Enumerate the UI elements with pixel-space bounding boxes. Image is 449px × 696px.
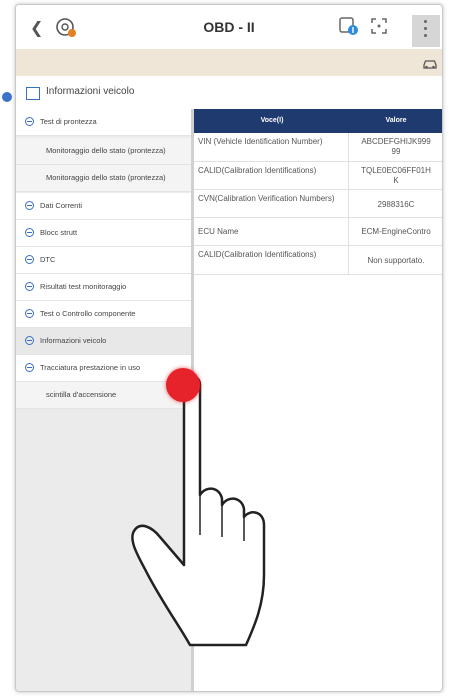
table-row: VIN (Vehicle Identification Number) ABCD… — [194, 133, 442, 162]
car-icon[interactable] — [422, 55, 438, 71]
collapse-panel-icon[interactable] — [26, 87, 40, 100]
table-row: CALID(Calibration Identifications) Non s… — [194, 246, 442, 275]
section-header: Informazioni veicolo — [16, 83, 442, 105]
app-window: ❮ OBD - II Informazioni veicolo Test di … — [15, 4, 443, 692]
vehicle-banner — [16, 49, 442, 76]
sidebar-item-blocc-strutt[interactable]: Blocc strutt — [16, 220, 191, 247]
more-vertical-icon — [424, 20, 427, 41]
sidebar-item-dtc[interactable]: DTC — [16, 247, 191, 274]
pointing-hand-icon — [131, 374, 266, 647]
row-item: CALID(Calibration Identifications) — [198, 166, 317, 175]
section-title: Informazioni veicolo — [46, 86, 135, 97]
sidebar-item-risultati-test[interactable]: Risultati test monitoraggio — [16, 274, 191, 301]
minus-circle-icon — [25, 117, 34, 126]
touch-indicator — [166, 368, 200, 402]
table-row: CVN(Calibration Verification Numbers) 29… — [194, 190, 442, 218]
minus-circle-icon — [25, 201, 34, 210]
table-row: CALID(Calibration Identifications) TQLE0… — [194, 162, 442, 190]
row-item: CALID(Calibration Identifications) — [198, 250, 317, 259]
row-item: CVN(Calibration Verification Numbers) — [198, 194, 335, 203]
row-value: ABCDEFGHIJK999 99 — [361, 137, 431, 156]
more-menu-button[interactable] — [412, 15, 440, 47]
minus-circle-icon — [25, 282, 34, 291]
sidebar-item-dati-correnti[interactable]: Dati Correnti — [16, 193, 191, 220]
minus-circle-icon — [25, 363, 34, 372]
sidebar-item-test-di-prontezza[interactable]: Test di prontezza — [16, 109, 191, 136]
minus-circle-icon — [25, 228, 34, 237]
column-header-item: Voce(I) — [260, 117, 284, 124]
column-header-value: Valore — [385, 117, 407, 124]
sidebar-subitem-monitoraggio-1[interactable]: Monitoraggio dello stato (prontezza) — [16, 138, 191, 165]
vehicle-info-table: Voce(I) Valore VIN (Vehicle Identificati… — [194, 109, 442, 275]
sidebar-subitem-monitoraggio-2[interactable]: Monitoraggio dello stato (prontezza) — [16, 165, 191, 192]
vehicle-info-icon[interactable] — [338, 15, 360, 37]
fullscreen-icon[interactable] — [370, 17, 388, 35]
row-item: VIN (Vehicle Identification Number) — [198, 137, 323, 146]
minus-circle-icon — [25, 309, 34, 318]
minus-circle-icon — [25, 255, 34, 264]
row-value: Non supportato. — [367, 256, 425, 265]
minus-circle-icon — [25, 336, 34, 345]
sidebar-item-informazioni-veicolo[interactable]: Informazioni veicolo — [16, 328, 191, 355]
row-item: ECU Name — [198, 227, 239, 236]
sidebar-item-test-controllo[interactable]: Test o Controllo componente — [16, 301, 191, 328]
pointer-dot — [2, 92, 12, 102]
table-header: Voce(I) Valore — [194, 109, 442, 133]
row-value: ECM-EngineContro — [361, 227, 431, 236]
top-bar: ❮ OBD - II — [16, 5, 442, 49]
row-value: TQLE0EC06FF01H K — [361, 166, 431, 185]
row-value: 2988316C — [377, 200, 415, 209]
table-row: ECU Name ECM-EngineContro — [194, 218, 442, 246]
